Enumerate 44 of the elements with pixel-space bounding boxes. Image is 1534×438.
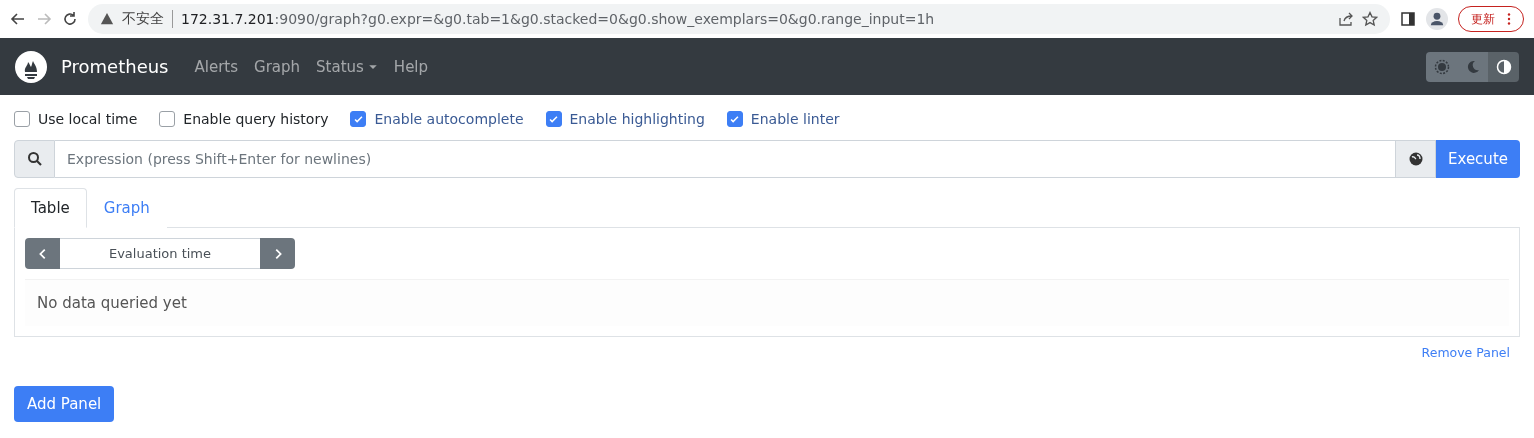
reload-icon[interactable] xyxy=(62,11,78,27)
option-label[interactable]: Enable autocomplete xyxy=(350,111,524,127)
check-icon xyxy=(352,113,364,125)
panel-tab[interactable]: Table xyxy=(14,188,87,228)
update-button[interactable]: 更新 xyxy=(1458,6,1524,32)
next-button[interactable] xyxy=(260,238,295,269)
star-icon xyxy=(1362,11,1378,27)
check-icon xyxy=(548,113,559,125)
nav-link[interactable]: Help xyxy=(385,57,437,76)
option-label[interactable]: Use local time xyxy=(14,111,138,127)
evaluation-time-field[interactable]: Evaluation time xyxy=(60,238,260,269)
avatar-icon xyxy=(1426,8,1448,30)
previous-button[interactable] xyxy=(25,238,60,269)
sun-icon xyxy=(1433,58,1450,75)
checkbox[interactable] xyxy=(159,111,176,127)
address-bar[interactable]: 不安全 172.31.7.201:9090/graph?g0.expr=&g0.tab=1&g0.stacked=0&g0.show_exemplars=0&g0.range_input=1h xyxy=(88,4,1390,34)
checkbox[interactable] xyxy=(14,111,30,127)
checkbox[interactable] xyxy=(726,111,743,127)
option-label[interactable]: Enable query history xyxy=(159,111,329,127)
execute-button[interactable]: Execute xyxy=(1436,140,1520,178)
side-panel-icon xyxy=(1400,11,1416,27)
url-text: 172.31.7.201:9090/graph?g0.expr=&g0.tab=1&g0.stacked=0&g0.show_exemplars=0&g0.range_input=1h xyxy=(181,11,936,27)
forward-icon[interactable] xyxy=(36,11,52,27)
add-panel-button[interactable]: Add Panel xyxy=(14,386,115,422)
nav-link[interactable]: Graph xyxy=(246,57,309,76)
security-label: 不安全 xyxy=(122,10,173,28)
search-icon xyxy=(26,151,43,167)
warning-icon xyxy=(100,12,114,26)
checkbox[interactable] xyxy=(545,111,562,127)
remove-panel-link[interactable]: Remove Panel xyxy=(14,345,1510,360)
nav-dropdown[interactable]: Status xyxy=(308,57,386,76)
contrast-icon xyxy=(1495,58,1512,75)
option-label[interactable]: Enable highlighting xyxy=(545,111,705,127)
brand-link[interactable]: Prometheus xyxy=(15,50,169,83)
option-label[interactable]: Enable linter xyxy=(726,111,840,127)
expression-field[interactable]: Expression (press Shift+Enter for newlines) xyxy=(55,140,1395,178)
checkbox[interactable] xyxy=(350,111,367,127)
globe-icon xyxy=(1407,151,1424,167)
nav-link[interactable]: Alerts xyxy=(186,57,247,76)
share-icon xyxy=(1338,11,1354,27)
theme-button[interactable] xyxy=(1488,51,1519,82)
flame-logo-icon xyxy=(15,50,47,83)
check-icon xyxy=(729,113,741,125)
back-icon[interactable] xyxy=(10,11,26,27)
